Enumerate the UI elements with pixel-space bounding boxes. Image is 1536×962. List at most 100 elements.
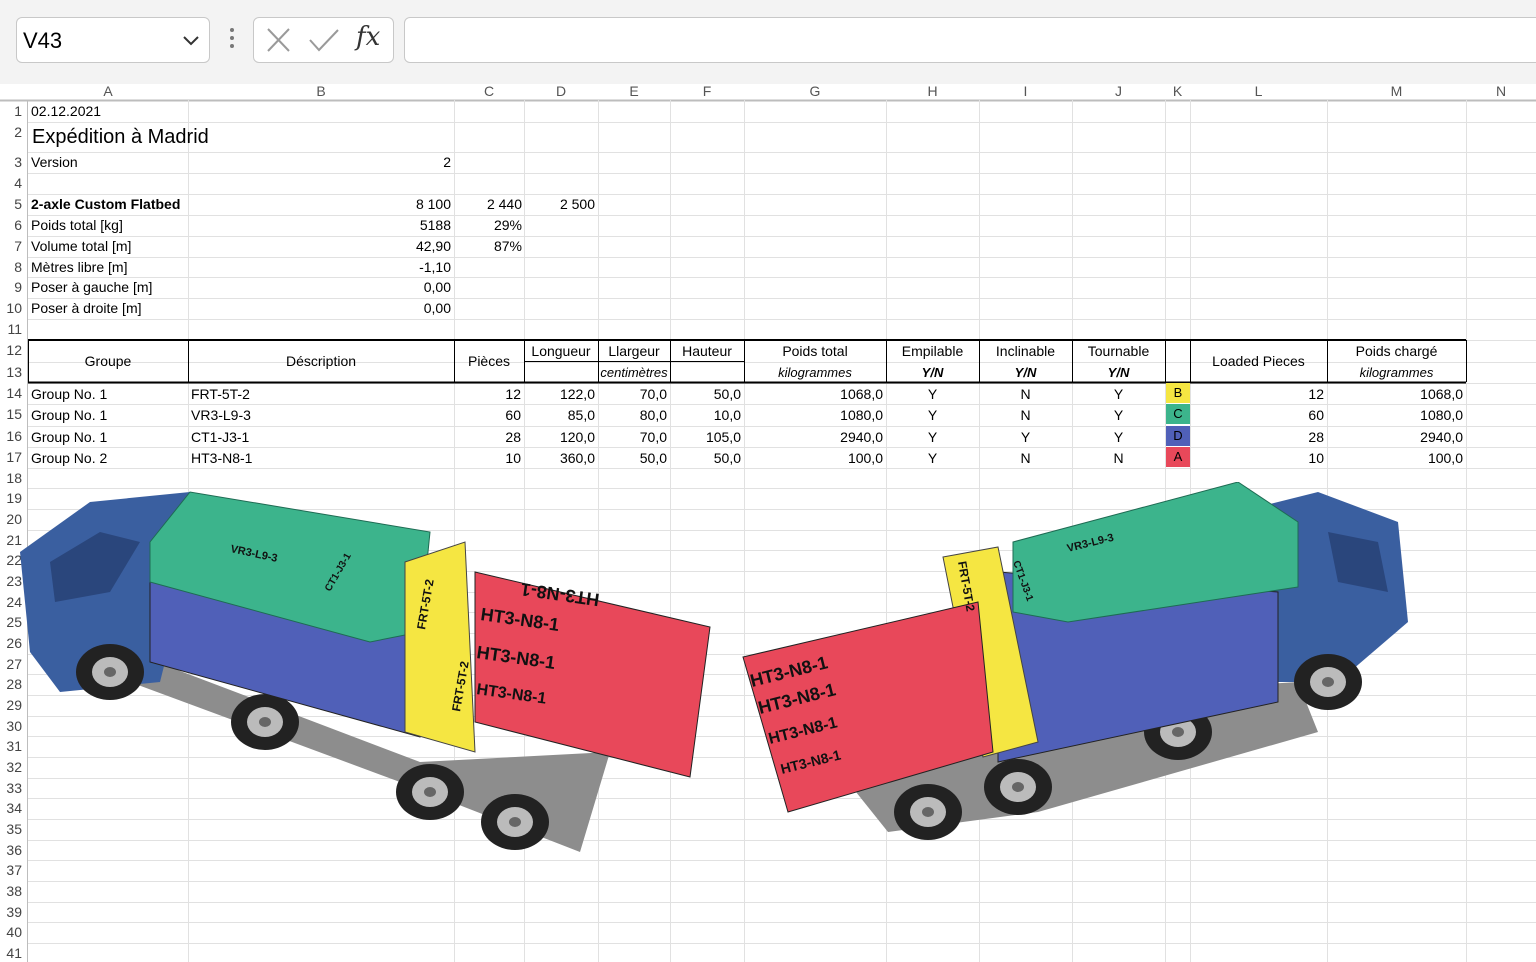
truck-width[interactable]: 2 440	[460, 194, 522, 214]
header-poids[interactable]: Poids total	[744, 341, 886, 361]
row-tournable[interactable]: Y	[1072, 405, 1165, 425]
truck-image-left[interactable]: HT3-N8-1HT3-N8-1HT3-N8-1HT3-N8-1FRT-5T-2…	[0, 482, 720, 872]
row-description[interactable]: HT3-N8-1	[191, 448, 252, 468]
row-hauteur[interactable]: 50,0	[670, 384, 741, 404]
row-inclinable[interactable]: N	[979, 384, 1072, 404]
row-color-tag[interactable]: D	[1166, 426, 1190, 446]
row-largeur[interactable]: 70,0	[598, 384, 667, 404]
row-header-39[interactable]: 39	[0, 904, 22, 924]
row-header-2[interactable]: 2	[0, 124, 22, 154]
row-tournable[interactable]: Y	[1072, 427, 1165, 447]
column-header-i[interactable]: I	[979, 84, 1072, 100]
row-description[interactable]: CT1-J3-1	[191, 427, 249, 447]
chevron-down-icon[interactable]	[181, 30, 201, 53]
row-color-tag[interactable]: B	[1166, 383, 1190, 403]
select-all-corner[interactable]	[0, 84, 28, 100]
row-loaded[interactable]: 10	[1190, 448, 1324, 468]
header-poids-unit[interactable]: kilogrammes	[744, 363, 886, 383]
row-header-7[interactable]: 7	[0, 238, 22, 259]
row-pieces[interactable]: 28	[454, 427, 521, 447]
volume-label[interactable]: Volume total [m]	[31, 236, 131, 256]
column-header-d[interactable]: D	[524, 84, 598, 100]
row-longueur[interactable]: 360,0	[524, 448, 595, 468]
header-loaded[interactable]: Loaded Pieces	[1190, 351, 1327, 371]
cell-date[interactable]: 02.12.2021	[31, 101, 101, 121]
row-header-3[interactable]: 3	[0, 154, 22, 175]
row-loaded[interactable]: 60	[1190, 405, 1324, 425]
truck-label[interactable]: 2-axle Custom Flatbed	[31, 194, 180, 214]
row-poids[interactable]: 100,0	[744, 448, 883, 468]
volume-value[interactable]: 42,90	[380, 236, 451, 256]
row-tournable[interactable]: Y	[1072, 384, 1165, 404]
row-poids[interactable]: 1068,0	[744, 384, 883, 404]
row-empilable[interactable]: Y	[886, 405, 979, 425]
row-header-41[interactable]: 41	[0, 945, 22, 962]
header-longueur[interactable]: Longueur	[524, 341, 598, 361]
volume-pct[interactable]: 87%	[460, 236, 522, 256]
row-header-11[interactable]: 11	[0, 321, 22, 342]
column-header-j[interactable]: J	[1072, 84, 1165, 100]
column-header-a[interactable]: A	[28, 84, 188, 100]
row-color-tag[interactable]: A	[1166, 447, 1190, 467]
row-header-1[interactable]: 1	[0, 103, 22, 124]
row-groupe[interactable]: Group No. 1	[31, 384, 107, 404]
column-header-k[interactable]: K	[1165, 84, 1190, 100]
row-poids-charge[interactable]: 100,0	[1327, 448, 1463, 468]
row-pieces[interactable]: 12	[454, 384, 521, 404]
header-empilable-yn[interactable]: Y/N	[886, 363, 979, 383]
row-pieces[interactable]: 10	[454, 448, 521, 468]
weight-label[interactable]: Poids total [kg]	[31, 215, 123, 235]
row-hauteur[interactable]: 10,0	[670, 405, 741, 425]
truck-length[interactable]: 8 100	[380, 194, 451, 214]
header-tournable[interactable]: Tournable	[1072, 341, 1165, 361]
column-header-l[interactable]: L	[1190, 84, 1327, 100]
enter-icon[interactable]	[308, 26, 340, 57]
free-label[interactable]: Mètres libre [m]	[31, 257, 127, 277]
row-poids-charge[interactable]: 1068,0	[1327, 384, 1463, 404]
row-header-8[interactable]: 8	[0, 259, 22, 279]
row-description[interactable]: FRT-5T-2	[191, 384, 250, 404]
header-poids-charge[interactable]: Poids chargé	[1327, 341, 1466, 361]
row-inclinable[interactable]: Y	[979, 427, 1072, 447]
row-poids[interactable]: 2940,0	[744, 427, 883, 447]
row-header-13[interactable]: 13	[0, 364, 22, 385]
more-options-icon[interactable]	[226, 28, 238, 54]
column-header-e[interactable]: E	[598, 84, 670, 100]
row-largeur[interactable]: 50,0	[598, 448, 667, 468]
row-header-9[interactable]: 9	[0, 279, 22, 300]
column-header-g[interactable]: G	[744, 84, 886, 100]
header-hauteur[interactable]: Hauteur	[670, 341, 744, 361]
sheet-title[interactable]: Expédition à Madrid	[32, 124, 209, 150]
row-hauteur[interactable]: 50,0	[670, 448, 741, 468]
header-largeur[interactable]: Llargeur	[598, 341, 670, 361]
header-inclinable-yn[interactable]: Y/N	[979, 363, 1072, 383]
header-poids-charge-unit[interactable]: kilogrammes	[1327, 363, 1466, 383]
left-value[interactable]: 0,00	[380, 277, 451, 297]
column-header-f[interactable]: F	[670, 84, 744, 100]
header-tournable-yn[interactable]: Y/N	[1072, 363, 1165, 383]
row-empilable[interactable]: Y	[886, 427, 979, 447]
header-empilable[interactable]: Empilable	[886, 341, 979, 361]
row-empilable[interactable]: Y	[886, 384, 979, 404]
row-header-4[interactable]: 4	[0, 175, 22, 196]
header-description[interactable]: Déscription	[188, 351, 454, 371]
row-color-tag[interactable]: C	[1166, 404, 1190, 424]
version-value[interactable]: 2	[400, 152, 451, 172]
insert-function-icon[interactable]: fx	[356, 22, 380, 52]
row-longueur[interactable]: 122,0	[524, 384, 595, 404]
row-header-10[interactable]: 10	[0, 300, 22, 321]
row-header-12[interactable]: 12	[0, 342, 22, 364]
formula-input[interactable]	[404, 17, 1536, 63]
row-groupe[interactable]: Group No. 1	[31, 427, 107, 447]
right-value[interactable]: 0,00	[380, 298, 451, 318]
row-pieces[interactable]: 60	[454, 405, 521, 425]
row-groupe[interactable]: Group No. 1	[31, 405, 107, 425]
version-label[interactable]: Version	[31, 152, 78, 172]
row-empilable[interactable]: Y	[886, 448, 979, 468]
row-largeur[interactable]: 80,0	[598, 405, 667, 425]
column-header-b[interactable]: B	[188, 84, 454, 100]
row-poids-charge[interactable]: 2940,0	[1327, 427, 1463, 447]
weight-pct[interactable]: 29%	[460, 215, 522, 235]
row-header-38[interactable]: 38	[0, 883, 22, 904]
row-tournable[interactable]: N	[1072, 448, 1165, 468]
